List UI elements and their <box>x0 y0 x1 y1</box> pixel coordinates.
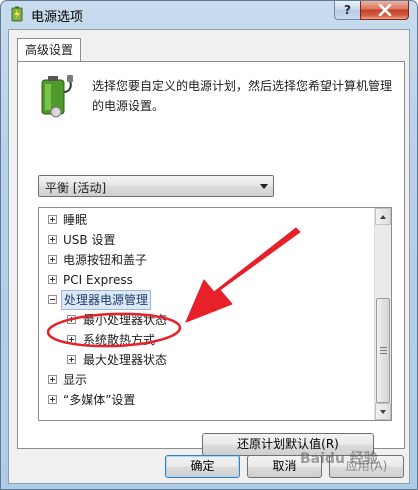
scroll-up-button[interactable] <box>375 208 391 225</box>
expand-icon[interactable] <box>48 235 57 244</box>
tree-item-label: 系统散热方式 <box>83 333 156 347</box>
expand-icon[interactable] <box>48 395 57 404</box>
tree-item-sleep[interactable]: 睡眠 <box>39 210 373 230</box>
title-bar[interactable]: 电源选项 ? <box>1 1 417 29</box>
tree-item-label: 最大处理器状态 <box>83 353 168 367</box>
tree-item-min-processor-state[interactable]: 最小处理器状态 <box>39 310 373 330</box>
tree-item-pci-express[interactable]: PCI Express <box>39 270 373 290</box>
tree-item-max-processor-state[interactable]: 最大处理器状态 <box>39 350 373 370</box>
description-text: 选择您要自定义的电源计划，然后选择您希望计算机管理的电源设置。 <box>92 79 393 113</box>
power-plan-dropdown[interactable]: 平衡 [活动] <box>38 175 274 197</box>
tree-item-display[interactable]: 显示 <box>39 370 373 390</box>
settings-tree[interactable]: 睡眠 USB 设置 电源按钮和盖子 PCI Express 处理器电源管理 最小… <box>38 207 392 421</box>
chevron-down-icon <box>260 184 268 189</box>
battery-plug-icon <box>41 75 73 118</box>
expand-icon[interactable] <box>67 315 76 324</box>
tab-advanced-settings[interactable]: 高级设置 <box>17 38 81 62</box>
tree-item-processor-power[interactable]: 处理器电源管理 <box>39 290 373 310</box>
tree-item-usb[interactable]: USB 设置 <box>39 230 373 250</box>
tree-item-label: PCI Express <box>63 273 133 287</box>
tree-item-multimedia[interactable]: “多媒体”设置 <box>39 390 373 410</box>
arrow-up-icon <box>380 215 386 219</box>
tree-item-power-buttons[interactable]: 电源按钮和盖子 <box>39 250 373 270</box>
ok-button[interactable]: 确定 <box>165 455 240 478</box>
close-button[interactable] <box>360 1 409 20</box>
arrow-down-icon <box>380 410 386 414</box>
dialog-client-area: 高级设置 选择您要自定义的电源计划，然后选择您希望计算机管理的电源设置。 平衡 … <box>8 29 410 484</box>
tree-item-label: 处理器电源管理 <box>61 290 152 310</box>
tree-item-label: 睡眠 <box>63 213 88 227</box>
close-icon <box>378 4 392 16</box>
power-plan-value: 平衡 [活动] <box>45 181 107 195</box>
tree-scrollbar[interactable] <box>374 208 391 420</box>
tree-item-label: USB 设置 <box>63 233 116 247</box>
expand-icon[interactable] <box>48 215 57 224</box>
tree-item-label: 电源按钮和盖子 <box>63 253 148 267</box>
tree-item-label: 显示 <box>63 373 88 387</box>
watermark: Baidu 经验 <box>300 451 378 467</box>
window-title: 电源选项 <box>31 10 84 25</box>
collapse-icon[interactable] <box>48 295 57 304</box>
help-button[interactable]: ? <box>334 1 361 20</box>
power-options-window: 电源选项 ? 高级设置 选择您要自定义的电源计划，然后选择您希望计算机管理的电源… <box>0 0 418 490</box>
expand-icon[interactable] <box>48 275 57 284</box>
expand-icon[interactable] <box>48 375 57 384</box>
expand-icon[interactable] <box>67 335 76 344</box>
power-options-icon <box>11 6 23 22</box>
expand-icon[interactable] <box>67 355 76 364</box>
tree-item-label: 最小处理器状态 <box>83 313 168 327</box>
advanced-settings-panel: 选择您要自定义的电源计划，然后选择您希望计算机管理的电源设置。 平衡 [活动] … <box>17 61 405 456</box>
expand-icon[interactable] <box>48 255 57 264</box>
tree-item-label: “多媒体”设置 <box>63 393 136 407</box>
scrollbar-thumb[interactable] <box>376 298 390 403</box>
tree-item-cooling-policy[interactable]: 系统散热方式 <box>39 330 373 350</box>
scroll-down-button[interactable] <box>375 403 391 420</box>
